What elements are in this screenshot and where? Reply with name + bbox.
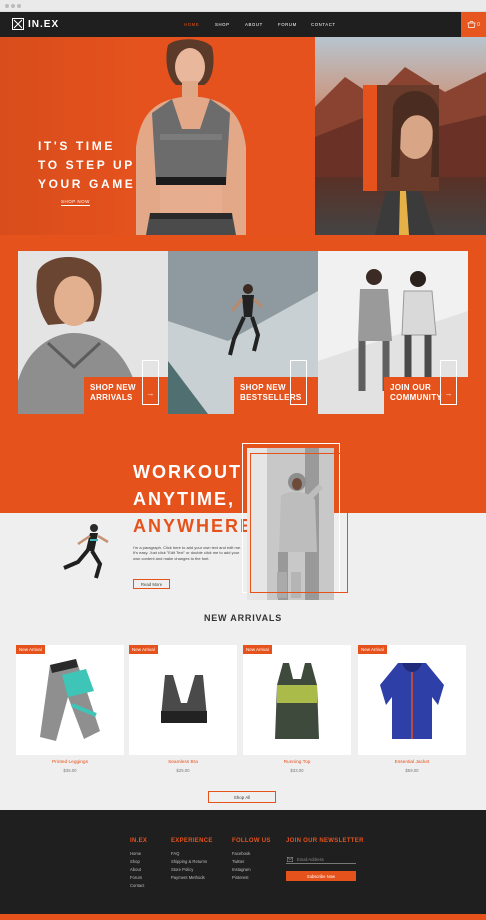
- browser-chrome: [0, 0, 486, 12]
- logo-text: IN.EX: [28, 18, 60, 30]
- product-price: $25.00: [176, 768, 190, 773]
- footer-link-about[interactable]: About: [130, 866, 147, 874]
- workout-paragraph: I'm a paragraph. Click here to add your …: [133, 545, 242, 561]
- jacket-image: [380, 663, 444, 739]
- running-top-image: [275, 663, 319, 739]
- footer-col-social: FOLLOW US Facebook Twitter Instagram Pin…: [232, 838, 271, 882]
- footer-col-experience: EXPERIENCE FAQ Shipping & Returns Store …: [171, 838, 213, 882]
- leggings-image: [40, 659, 100, 741]
- nav-shop[interactable]: SHOP: [215, 22, 230, 27]
- product-price: $35.00: [63, 768, 77, 773]
- product-name[interactable]: Seamless Bra: [129, 760, 237, 765]
- product-price: $33.00: [290, 768, 304, 773]
- window-dot: [17, 4, 21, 8]
- nav-about[interactable]: ABOUT: [245, 22, 263, 27]
- cart-count: 0: [477, 21, 480, 28]
- footer-link-home[interactable]: Home: [130, 850, 147, 858]
- nav-contact[interactable]: CONTACT: [311, 22, 336, 27]
- shop-all-button[interactable]: Shop All: [208, 791, 276, 803]
- workout-heading-line: ANYWHERE: [133, 516, 255, 536]
- new-arrival-badge: New Arrival: [129, 645, 158, 654]
- top-nav: IN.EX HOME SHOP ABOUT FORUM CONTACT: [0, 12, 486, 37]
- new-arrival-badge: New Arrival: [243, 645, 272, 654]
- desert-road-image: [315, 67, 486, 235]
- product-card[interactable]: New Arrival: [16, 645, 124, 755]
- footer-link-faq[interactable]: FAQ: [171, 850, 213, 858]
- product-price: $59.00: [405, 768, 419, 773]
- hero-title-line: YOUR GAME: [38, 177, 136, 191]
- site-logo[interactable]: IN.EX: [12, 17, 59, 31]
- newsletter-email-input[interactable]: Email Address: [286, 855, 356, 864]
- cart-button[interactable]: 0: [461, 12, 486, 37]
- product-card[interactable]: New Arrival: [243, 645, 351, 755]
- email-placeholder: Email Address: [297, 856, 324, 862]
- footer-heading: FOLLOW US: [232, 838, 271, 844]
- footer-heading: IN.EX: [130, 838, 148, 844]
- footer-col-site: IN.EX Home Shop About Forum Contact: [130, 838, 147, 890]
- footer-heading: EXPERIENCE: [171, 838, 213, 844]
- footer-link-twitter[interactable]: Twitter: [232, 858, 271, 866]
- arrow-right-icon: →: [290, 360, 307, 405]
- arrow-right-icon: →: [440, 360, 457, 405]
- nav-home[interactable]: HOME: [184, 22, 199, 27]
- footer-heading: JOIN OUR NEWSLETTER: [286, 838, 364, 844]
- hero-model-image: [136, 39, 246, 235]
- new-arrival-badge: New Arrival: [358, 645, 387, 654]
- hero-title: IT'S TIME TO STEP UP YOUR GAME: [38, 137, 135, 194]
- envelope-icon: [287, 857, 293, 862]
- tile-new-arrivals[interactable]: SHOP NEW ARRIVALS →: [18, 251, 168, 414]
- sports-bra-image: [161, 675, 207, 723]
- window-dot: [11, 4, 15, 8]
- arrow-right-icon: →: [142, 360, 159, 405]
- new-arrival-badge: New Arrival: [16, 645, 45, 654]
- photo-accent-frame: [250, 453, 348, 593]
- product-name[interactable]: Printed Leggings: [16, 760, 124, 765]
- shop-now-link[interactable]: SHOP NOW: [61, 199, 90, 206]
- tile-community[interactable]: JOIN OUR COMMUNITY →: [318, 251, 468, 414]
- new-arrivals-title: NEW ARRIVALS: [203, 613, 283, 623]
- footer-link-payment[interactable]: Payment Methods: [171, 874, 213, 882]
- hero-side-image: [315, 37, 486, 235]
- footer-link-facebook[interactable]: Facebook: [232, 850, 271, 858]
- logo-mark-icon: [12, 18, 24, 30]
- footer-link-store-policy[interactable]: Store Policy: [171, 866, 213, 874]
- bag-icon: [467, 21, 476, 28]
- read-more-button[interactable]: Read More: [133, 579, 170, 589]
- footer-link-pinterest[interactable]: Pinterest: [232, 874, 271, 882]
- sprinter-image: [63, 524, 109, 579]
- product-name[interactable]: Essential Jacket: [358, 760, 466, 765]
- tile-bestsellers[interactable]: SHOP NEW BESTSELLERS →: [168, 251, 318, 414]
- hero-banner: IT'S TIME TO STEP UP YOUR GAME SHOP NOW: [0, 37, 315, 235]
- footer-accent-bar: [0, 914, 486, 920]
- nav-forum[interactable]: FORUM: [278, 22, 297, 27]
- workout-heading-line: ANYTIME,: [133, 489, 236, 509]
- hero-title-line: IT'S TIME: [38, 139, 115, 153]
- window-dot: [5, 4, 9, 8]
- product-card[interactable]: New Arrival: [358, 645, 466, 755]
- product-card[interactable]: New Arrival: [129, 645, 237, 755]
- workout-heading-line: WORKOUT: [133, 462, 242, 482]
- workout-heading: WORKOUT ANYTIME, ANYWHERE: [133, 459, 254, 540]
- product-name[interactable]: Running Top: [243, 760, 351, 765]
- footer-link-contact[interactable]: Contact: [130, 882, 147, 890]
- hero-title-line: TO STEP UP: [38, 158, 135, 172]
- footer-link-shipping[interactable]: Shipping & Returns: [171, 858, 213, 866]
- footer-link-shop[interactable]: Shop: [130, 858, 147, 866]
- subscribe-button[interactable]: Subscribe Now: [286, 871, 356, 881]
- footer-link-instagram[interactable]: Instagram: [232, 866, 271, 874]
- footer-link-forum[interactable]: Forum: [130, 874, 147, 882]
- footer-col-newsletter: JOIN OUR NEWSLETTER: [286, 838, 364, 850]
